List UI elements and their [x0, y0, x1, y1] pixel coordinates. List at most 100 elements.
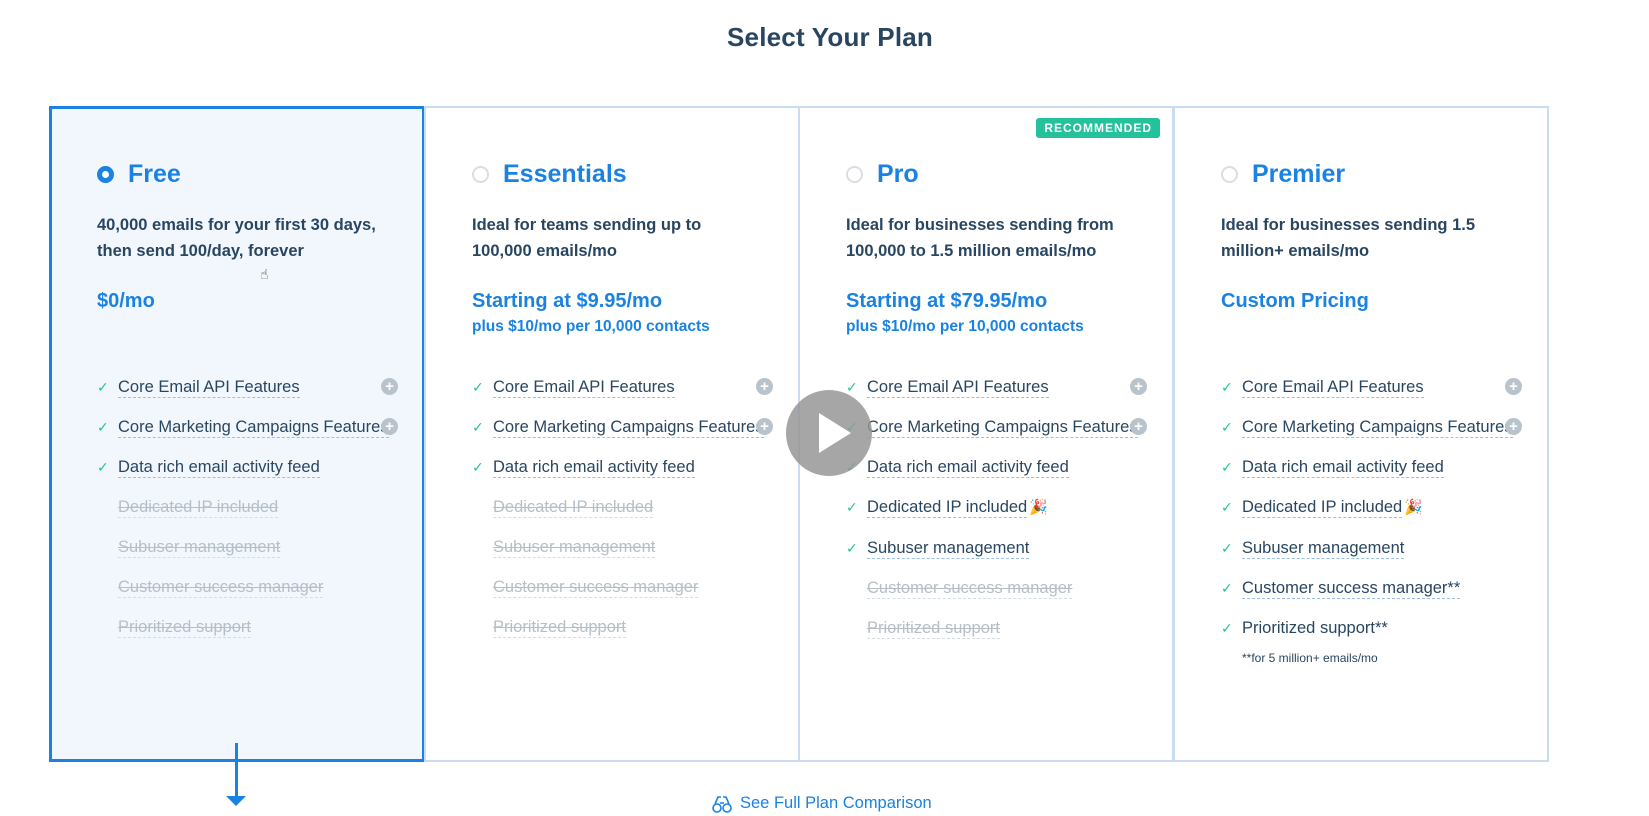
- plan-price: Starting at $79.95/mo: [846, 290, 1048, 312]
- plan-radio[interactable]: [97, 165, 114, 183]
- see-full-plan-comparison-link[interactable]: See Full Plan Comparison: [712, 794, 932, 813]
- feature-item[interactable]: ✓Data rich email activity feed: [97, 454, 397, 480]
- plan-price-sub: [1221, 318, 1517, 340]
- feature-item[interactable]: ✓ Core Email API Features +: [846, 374, 1147, 400]
- plus-circle-icon[interactable]: +: [381, 418, 398, 435]
- plus-circle-icon[interactable]: +: [756, 418, 773, 435]
- feature-item[interactable]: ✓Core Marketing Campaigns Features+: [1221, 414, 1522, 440]
- feature-item: Prioritized support: [97, 614, 397, 640]
- plus-circle-icon[interactable]: +: [1505, 378, 1522, 395]
- feature-item: Prioritized support: [472, 614, 772, 640]
- feature-label: Prioritized support: [867, 619, 1000, 639]
- plan-price-sub: plus $10/mo per 10,000 contacts: [472, 318, 710, 335]
- plan-card-essentials[interactable]: Essentials Ideal for teams sending up to…: [424, 106, 800, 762]
- check-icon: ✓: [1221, 379, 1233, 395]
- plan-name: Free: [128, 159, 181, 188]
- feature-list: ✓Core Email API Features+✓Core Marketing…: [846, 374, 1147, 641]
- party-icon: 🎉: [1404, 499, 1423, 516]
- check-icon: ✓: [1221, 499, 1233, 515]
- plus-circle-icon[interactable]: +: [381, 378, 398, 395]
- check-icon: ✓: [472, 459, 484, 475]
- cursor-icon: ☝: [260, 266, 269, 282]
- check-icon: ✓: [846, 499, 858, 515]
- feature-label: Subuser management: [118, 538, 281, 558]
- feature-item[interactable]: ✓ Dedicated IP included 🎉: [1221, 494, 1521, 521]
- feature-label: Customer success manager**: [1242, 579, 1461, 599]
- check-icon: ✓: [1221, 419, 1233, 435]
- feature-item: Customer success manager: [472, 574, 772, 600]
- check-icon: ✓: [1221, 580, 1233, 596]
- feature-label: Core Email API Features: [867, 378, 1049, 398]
- plus-circle-icon[interactable]: +: [1130, 418, 1147, 435]
- feature-item: Customer success manager: [97, 574, 397, 600]
- plan-radio[interactable]: [472, 165, 489, 183]
- plan-description: Ideal for teams sending up to 100,000 em…: [472, 216, 702, 260]
- feature-item[interactable]: ✓ Prioritized support**: [1221, 615, 1521, 641]
- feature-item[interactable]: ✓ Core Email API Features +: [1221, 374, 1522, 400]
- compare-link-label: See Full Plan Comparison: [740, 794, 932, 812]
- feature-item: Dedicated IP included: [97, 494, 397, 520]
- plan-price: Custom Pricing: [1221, 290, 1369, 312]
- check-icon: ✓: [97, 419, 109, 435]
- feature-list: ✓ Core Email API Features + ✓ Core Marketing…: [472, 374, 773, 640]
- feature-label: Subuser management: [1242, 539, 1405, 559]
- plan-radio[interactable]: [846, 165, 863, 183]
- feature-label: Prioritized support**: [1242, 619, 1388, 637]
- check-icon: ✓: [472, 419, 484, 435]
- feature-label: Subuser management: [493, 538, 656, 558]
- plus-circle-icon[interactable]: +: [756, 378, 773, 395]
- plan-card-free[interactable]: Free 40,000 emails for your first 30 day…: [49, 106, 425, 762]
- plan-price-sub: [97, 318, 392, 340]
- feature-label: Dedicated IP included: [1242, 498, 1403, 518]
- plus-circle-icon[interactable]: +: [1505, 418, 1522, 435]
- plan-radio[interactable]: [1221, 165, 1238, 183]
- play-video-button[interactable]: [786, 390, 872, 476]
- party-icon: 🎉: [1029, 499, 1048, 516]
- check-icon: ✓: [1221, 540, 1233, 556]
- feature-label: Core Marketing Campaigns Features: [118, 418, 389, 438]
- plan-name: Pro: [877, 159, 919, 188]
- plan-card-premier[interactable]: Premier Ideal for businesses sending 1.5…: [1173, 106, 1549, 762]
- feature-label: Customer success manager: [867, 579, 1073, 599]
- feature-item: Customer success manager: [846, 575, 1146, 601]
- feature-item[interactable]: ✓ Customer success manager**: [1221, 575, 1521, 601]
- feature-item: Dedicated IP included: [472, 494, 772, 520]
- feature-item[interactable]: ✓ Subuser management: [846, 535, 1146, 561]
- page-title: Select Your Plan: [727, 22, 933, 52]
- feature-label: Data rich email activity feed: [118, 458, 320, 478]
- feature-list: ✓Core Email API Features+✓Core Marketing…: [97, 374, 398, 640]
- feature-label: Prioritized support: [118, 618, 251, 638]
- feature-item[interactable]: ✓Core Marketing Campaigns Features+: [846, 414, 1147, 440]
- feature-label: Dedicated IP included: [493, 498, 654, 518]
- feature-list: ✓Core Email API Features+ ✓Core Marketing…: [1221, 374, 1522, 641]
- feature-label: Subuser management: [867, 539, 1030, 559]
- feature-item[interactable]: ✓ Subuser management: [1221, 535, 1521, 561]
- feature-label: Core Marketing Campaigns Features: [493, 418, 764, 438]
- scroll-arrow-icon: [235, 743, 238, 799]
- compare-icon: [712, 795, 732, 813]
- play-icon: [819, 413, 851, 453]
- feature-item[interactable]: ✓ Dedicated IP included 🎉: [846, 494, 1146, 521]
- plan-price: Starting at $9.95/mo: [472, 290, 663, 312]
- feature-label: Customer success manager: [493, 578, 699, 598]
- feature-label: Core Email API Features: [118, 378, 300, 398]
- feature-item: Subuser management: [97, 534, 397, 560]
- feature-label: Core Email API Features: [493, 378, 675, 398]
- feature-item[interactable]: ✓Data rich email activity feed: [1221, 454, 1521, 480]
- check-icon: ✓: [1221, 459, 1233, 475]
- feature-item[interactable]: ✓ Data rich email activity feed: [472, 454, 772, 480]
- arrow-head-icon: [226, 796, 246, 806]
- plan-description: Ideal for businesses sending 1.5 million…: [1221, 216, 1476, 260]
- feature-item[interactable]: ✓ Core Marketing Campaigns Features+: [472, 414, 773, 440]
- feature-item[interactable]: ✓ Core Email API Features +: [97, 374, 398, 400]
- feature-item[interactable]: ✓ Core Marketing Campaigns Features+: [97, 414, 398, 440]
- feature-label: Data rich email activity feed: [493, 458, 695, 478]
- plus-circle-icon[interactable]: +: [1130, 378, 1147, 395]
- feature-label: Dedicated IP included: [867, 498, 1028, 518]
- feature-item: Prioritized support: [846, 615, 1146, 641]
- feature-item[interactable]: ✓ Core Email API Features +: [472, 374, 773, 400]
- plan-description: Ideal for businesses sending from 100,00…: [846, 216, 1114, 260]
- feature-label: Prioritized support: [493, 618, 626, 638]
- recommended-badge: RECOMMENDED: [1036, 118, 1160, 138]
- feature-item[interactable]: ✓Data rich email activity feed: [846, 454, 1146, 480]
